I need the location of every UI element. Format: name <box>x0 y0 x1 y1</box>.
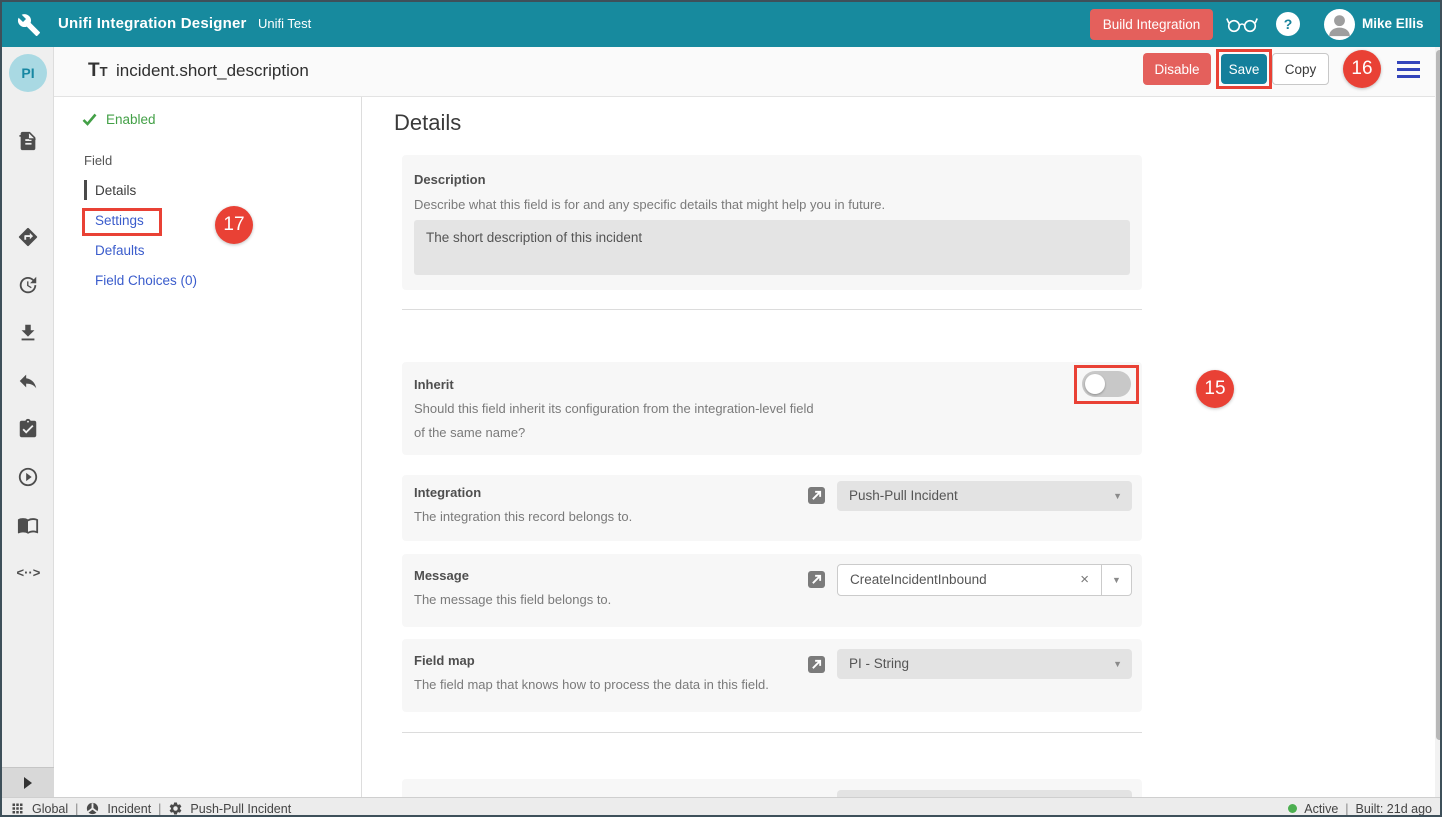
download-icon[interactable] <box>17 322 39 344</box>
section-divider <box>402 732 1142 733</box>
clear-icon[interactable]: × <box>1080 565 1089 595</box>
user-avatar[interactable] <box>1324 9 1355 40</box>
partial-select[interactable] <box>837 790 1132 797</box>
description-textarea[interactable]: The short description of this incident <box>414 220 1130 275</box>
active-status-dot <box>1288 804 1297 813</box>
expand-arrow-icon <box>24 777 32 789</box>
annotation-box-settings <box>82 208 162 236</box>
built-label: Built: 21d ago <box>1356 802 1432 816</box>
app-header: Unifi Integration Designer Unifi Test Bu… <box>2 2 1440 47</box>
build-integration-button[interactable]: Build Integration <box>1090 9 1213 40</box>
partial-next-card <box>402 779 1142 797</box>
annotation-box-save <box>1216 49 1272 89</box>
disable-button[interactable]: Disable <box>1143 53 1211 85</box>
page-title: Details <box>394 110 461 136</box>
message-label: Message <box>414 568 469 583</box>
field-map-help: The field map that knows how to process … <box>414 677 769 692</box>
message-field-card: Message The message this field belongs t… <box>402 554 1142 627</box>
chevron-down-icon: ▼ <box>1113 481 1122 511</box>
nav-item-defaults[interactable]: Defaults <box>95 243 145 258</box>
icon-sidebar: TT <··> <box>2 47 54 797</box>
annotation-circle-17: 17 <box>215 206 253 244</box>
pi-avatar[interactable]: PI <box>9 54 47 92</box>
status-bar: Global | Incident | Push-Pull Incident A… <box>2 797 1440 817</box>
field-map-card: Field map The field map that knows how t… <box>402 639 1142 712</box>
field-map-label: Field map <box>414 653 475 668</box>
code-icon[interactable]: <··> <box>17 565 39 587</box>
section-divider <box>402 309 1142 310</box>
annotation-circle-15: 15 <box>1196 370 1234 408</box>
field-text-icon[interactable]: TT <box>17 133 39 155</box>
integration-help: The integration this record belongs to. <box>414 509 632 524</box>
status-right: Active | Built: 21d ago <box>1288 798 1432 817</box>
description-help: Describe what this field is for and any … <box>414 197 885 212</box>
inherit-help-line2: of the same name? <box>414 425 525 440</box>
grid-icon <box>10 801 25 816</box>
scrollbar-thumb[interactable] <box>1436 50 1442 740</box>
play-circle-icon[interactable] <box>17 466 39 488</box>
update-history-icon[interactable] <box>17 274 39 296</box>
field-map-select[interactable]: PI - String ▼ <box>837 649 1132 679</box>
reference-link-icon[interactable] <box>808 656 825 673</box>
reference-link-icon[interactable] <box>808 487 825 504</box>
book-icon[interactable] <box>17 514 39 536</box>
integration-field-card: Integration The integration this record … <box>402 475 1142 541</box>
app-title: Unifi Integration Designer <box>58 15 247 32</box>
integration-label[interactable]: Push-Pull Incident <box>190 802 291 816</box>
reply-undo-icon[interactable] <box>17 370 39 392</box>
scope-label[interactable]: Global <box>32 802 68 816</box>
nav-item-field-choices[interactable]: Field Choices (0) <box>95 273 197 288</box>
text-field-type-icon: TT <box>88 60 108 82</box>
enabled-label: Enabled <box>106 112 156 127</box>
sidebar-collapse-button[interactable] <box>2 767 54 797</box>
directions-icon[interactable] <box>17 226 39 248</box>
chevron-down-icon[interactable]: ▼ <box>1101 565 1131 595</box>
copy-button[interactable]: Copy <box>1272 53 1329 85</box>
unifi-integration-designer-window: Unifi Integration Designer Unifi Test Bu… <box>0 0 1442 817</box>
annotation-box-toggle <box>1074 365 1139 404</box>
scrollbar-track[interactable] <box>1435 47 1442 797</box>
preview-glasses-icon[interactable] <box>1226 14 1258 34</box>
integration-label: Integration <box>414 485 481 500</box>
inherit-field-card: Inherit Should this field inherit its co… <box>402 362 1142 455</box>
inherit-help-line1: Should this field inherit its configurat… <box>414 401 814 416</box>
active-label: Active <box>1304 802 1338 816</box>
message-help: The message this field belongs to. <box>414 592 611 607</box>
nav-item-details[interactable]: Details <box>95 183 136 198</box>
description-field-card: Description Describe what this field is … <box>402 155 1142 290</box>
incident-wheel-icon <box>85 801 100 816</box>
message-combobox[interactable]: CreateIncidentInbound × ▼ <box>837 564 1132 596</box>
person-icon <box>1324 9 1355 40</box>
wrench-icon <box>17 13 41 37</box>
message-value: CreateIncidentInbound <box>850 565 987 595</box>
integration-select[interactable]: Push-Pull Incident ▼ <box>837 481 1132 511</box>
nav-panel: Enabled Field Details Settings Defaults … <box>54 97 362 797</box>
enabled-status: Enabled <box>82 112 156 127</box>
menu-icon[interactable] <box>1397 61 1420 79</box>
workspace-selector[interactable]: Unifi Test <box>258 16 311 31</box>
nav-section-label: Field <box>84 153 112 168</box>
main-content: Details Description Describe what this f… <box>362 97 1435 797</box>
gear-icon <box>168 801 183 816</box>
table-label[interactable]: Incident <box>107 802 151 816</box>
chevron-down-icon: ▼ <box>1113 649 1122 679</box>
description-label: Description <box>414 172 486 187</box>
status-breadcrumb: Global | Incident | Push-Pull Incident <box>10 798 291 817</box>
reference-link-icon[interactable] <box>808 571 825 588</box>
assignment-check-icon[interactable] <box>17 418 39 440</box>
help-icon[interactable]: ? <box>1276 12 1300 36</box>
inherit-label: Inherit <box>414 377 454 392</box>
user-name[interactable]: Mike Ellis <box>1362 16 1424 31</box>
record-title: incident.short_description <box>116 61 309 81</box>
annotation-circle-16: 16 <box>1343 50 1381 88</box>
check-icon <box>82 113 97 126</box>
